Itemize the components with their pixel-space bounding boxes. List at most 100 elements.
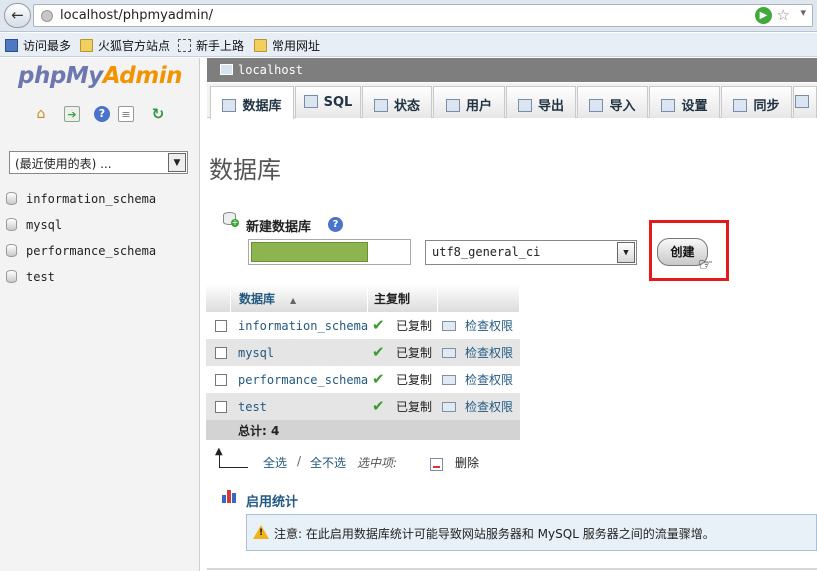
bookmark-star-icon[interactable]: ☆ [777,6,790,24]
bar [222,495,226,503]
go-icon[interactable]: ▶ [755,7,772,24]
privileges-icon[interactable] [442,402,456,412]
back-button[interactable]: ← [4,3,31,28]
select-all-link[interactable]: 全选 [263,454,287,471]
help-icon[interactable]: ? [94,106,110,122]
header-database-label: 数据库 [239,292,276,306]
with-selected-label: 选中项: [357,456,398,470]
check-icon: ✔ [372,343,385,361]
server-name[interactable]: localhost [238,63,303,77]
reload-icon[interactable]: ↻ [150,106,166,122]
chevron-down-icon[interactable]: ▼ [617,242,635,263]
tab-users[interactable]: 用户 [433,86,505,118]
dropdown-arrow-icon[interactable]: ▾ [800,6,806,19]
bookmark-label: 新手上路 [196,39,245,53]
folder-icon [254,39,267,52]
tab-label: 数据库 [242,99,282,114]
database-icon [6,218,17,231]
row-checkbox[interactable] [215,401,227,413]
privileges-icon[interactable] [442,348,456,358]
drop-button[interactable]: 删除 [455,454,479,471]
documentation-icon[interactable]: ≡ [118,106,134,122]
tab-settings[interactable]: 设置 [649,86,720,118]
sidebar-db-mysql[interactable]: mysql [6,218,62,236]
page-icon [178,39,191,52]
table-row: test ✔ 已复制 检查权限 [206,393,520,420]
sidebar-db-performance-schema[interactable]: performance_schema [6,244,156,262]
check-icon: ✔ [372,370,385,388]
settings-icon [661,99,676,112]
tab-databases[interactable]: 数据库 [210,86,294,119]
privileges-icon[interactable] [442,321,456,331]
logout-icon[interactable]: ➔ [64,106,80,122]
replication-status: 已复制 [396,319,433,333]
sidebar-db-label: mysql [26,218,63,232]
bookmarks-toolbar: 访问最多 火狐官方站点 新手上路 常用网址 [0,33,817,57]
replication-status: 已复制 [396,400,433,414]
row-checkbox[interactable] [215,320,227,332]
header-database[interactable]: 数据库 ▲ [231,285,368,312]
url-field[interactable]: localhost/phpmyadmin/ ▶ ☆ ▾ [33,4,813,27]
database-link[interactable]: information_schema [238,319,368,333]
tab-sql[interactable]: SQL [295,86,361,118]
tab-sync[interactable]: 同步 [721,86,792,118]
database-icon [6,244,17,257]
database-link[interactable]: test [238,400,267,414]
sidebar-db-test[interactable]: test [6,270,55,288]
database-icon [6,192,17,205]
statistics-icon [222,490,237,503]
tab-label: 导出 [537,99,564,114]
site-identity-icon[interactable] [41,10,53,22]
privileges-icon[interactable] [442,375,456,385]
bar [227,490,231,503]
phpmyadmin-logo[interactable]: phpMyAdmin [18,63,182,89]
sidebar-db-label: performance_schema [26,244,157,258]
collation-select[interactable]: utf8_general_ci ▼ [425,240,637,265]
database-name-input[interactable] [248,239,411,265]
tab-label: SQL [323,95,353,110]
page-title: 数据库 [209,156,281,184]
unselect-all-link[interactable]: 全不选 [310,454,346,471]
tab-import[interactable]: 导入 [577,86,648,118]
database-icon [6,270,17,283]
tab-label: 用户 [465,99,492,114]
status-icon [373,99,388,112]
users-icon [445,99,460,112]
drop-icon[interactable] [430,458,443,471]
sidebar-db-information-schema[interactable]: information_schema [6,192,156,210]
database-icon [222,99,237,112]
server-icon [220,64,233,75]
plus-icon: + [231,218,239,227]
header-cell-check [206,285,231,312]
warning-mark: ! [259,528,264,538]
row-checkbox[interactable] [215,347,227,359]
chevron-down-icon[interactable]: ▼ [168,153,186,172]
recent-tables-select[interactable]: (最近使用的表) ... ▼ [9,151,188,174]
bookmark-getting-started[interactable]: 新手上路 [178,37,244,54]
home-icon[interactable]: ⌂ [33,106,49,122]
table-row: information_schema ✔ 已复制 检查权限 [206,312,520,339]
logo-my: My [65,63,103,89]
help-icon[interactable]: ? [328,217,343,232]
divider [207,568,817,570]
arrow-up-icon: ▲ [215,446,223,457]
database-link[interactable]: mysql [238,346,274,360]
bookmark-most-visited[interactable]: 访问最多 [5,37,71,54]
table-header-row: 数据库 ▲ 主复制 [206,285,520,312]
tab-export[interactable]: 导出 [506,86,576,118]
check-privileges-link[interactable]: 检查权限 [465,371,513,388]
row-checkbox[interactable] [215,374,227,386]
check-privileges-link[interactable]: 检查权限 [465,344,513,361]
tab-more[interactable] [793,86,817,118]
bookmark-firefox-official[interactable]: 火狐官方站点 [80,37,170,54]
enable-statistics-link[interactable]: 启用统计 [246,491,298,510]
notice-text: 注意: 在此启用数据库统计可能导致网站服务器和 MySQL 服务器之间的流量骤增… [274,527,715,541]
check-privileges-link[interactable]: 检查权限 [465,398,513,415]
check-privileges-link[interactable]: 检查权限 [465,317,513,334]
bookmark-common-sites[interactable]: 常用网址 [254,37,320,54]
database-link[interactable]: performance_schema [238,373,368,387]
tab-bar: 数据库 SQL 状态 用户 导出 导入 设置 同步 [207,83,817,119]
tab-label: 状态 [393,99,420,114]
tab-status[interactable]: 状态 [362,86,432,118]
sort-asc-icon: ▲ [290,296,297,305]
